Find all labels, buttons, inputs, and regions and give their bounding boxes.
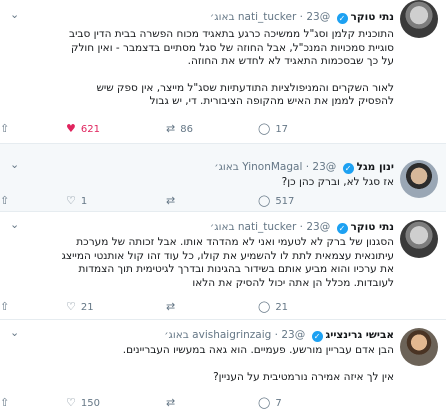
tweet[interactable]: נתי טוקר✓ @nati_tucker · 23 באוג׳ ⌄ הסגנ… [0,212,446,320]
like-count: 150 [80,398,100,409]
heart-icon: ♡ [66,300,76,313]
tweet-text-line: סוגיית סמכויות המנכ"ל, אבל החוזה של סגל … [71,41,394,54]
reply-icon: ◯ [258,396,271,409]
share-button[interactable]: ⇧ [0,194,14,209]
tweet[interactable]: ינון מגל✓ @YinonMagal · 23 באוג׳ ⌄ אז סג… [0,144,446,212]
tweet-thread: נתי טוקר✓ @nati_tucker · 23 באוג׳ ⌄ התוכ… [0,0,446,417]
tweet-text: הסגנון של ברק לא לטעמי ואני לא מהדהד אות… [10,236,394,290]
reply-button[interactable]: ◯ 7 [258,396,282,411]
chevron-down-icon[interactable]: ⌄ [10,158,19,171]
author-name[interactable]: נתי טוקר [351,221,394,233]
tweet-text-line: על כך שבסכמות התאגיד לא לחדש את החוזה. [187,55,394,67]
reply-count: 517 [275,196,295,207]
separator-dot: · [274,329,278,341]
avatar[interactable] [400,220,438,258]
reply-count: 7 [275,398,282,409]
tweet-text-line: אז סגל לא, וברק כהן כן? [281,176,394,188]
verified-badge-icon: ✓ [342,163,354,174]
retweet-button[interactable]: ⇄ [166,396,180,411]
share-icon: ⇧ [0,122,10,135]
reply-button[interactable]: ◯ 17 [258,122,288,137]
verified-badge-icon: ✓ [336,13,348,24]
retweet-icon: ⇄ [166,194,176,207]
reply-icon: ◯ [258,194,271,207]
separator-dot: · [305,161,310,173]
reply-button[interactable]: ◯ 21 [258,300,288,315]
chevron-down-icon[interactable]: ⌄ [10,8,19,21]
like-button[interactable]: ♥ 621 [66,122,100,137]
tweet-text-line: עיתונאית עצמאית לתת לו להשמיע את קולו, כ… [61,249,394,262]
avatar[interactable] [400,0,438,38]
tweet-text-line: את ערכיו והוא מביע אותם בשידור בהגינות ו… [78,263,394,275]
retweet-count: 86 [180,124,193,135]
tweet-text-line: הסגנון של ברק לא לטעמי ואני לא מהדהד אות… [76,236,394,248]
avatar[interactable] [400,160,438,198]
share-icon: ⇧ [0,300,10,313]
share-icon: ⇧ [0,194,10,207]
author-name[interactable]: נתי טוקר [351,11,394,23]
author-name[interactable]: ינון מגל [357,161,394,173]
reply-icon: ◯ [258,300,271,313]
tweet-actions: ⇧ ♡ 21 ⇄ ◯ 21 [0,300,394,314]
chevron-down-icon[interactable]: ⌄ [10,326,19,339]
share-button[interactable]: ⇧ [0,396,14,411]
share-button[interactable]: ⇧ [0,122,14,137]
like-count: 21 [80,302,94,313]
like-button[interactable]: ♡ 21 [66,300,94,315]
like-count: 1 [80,196,88,207]
tweet-header: נתי טוקר✓ @nati_tucker · 23 באוג׳ [210,10,394,24]
chevron-down-icon[interactable]: ⌄ [10,218,19,231]
tweet-header: אבישי גרינצייג✓ @avishaigrinzaig · 23 בא… [164,328,394,342]
tweet[interactable]: אבישי גרינצייג✓ @avishaigrinzaig · 23 בא… [0,320,446,417]
tweet-header: ינון מגל✓ @YinonMagal · 23 באוג׳ [214,160,394,174]
reply-count: 17 [275,124,289,135]
avatar[interactable] [400,328,438,366]
verified-badge-icon: ✓ [311,331,323,342]
tweet-text: אז סגל לא, וברק כהן כן? [10,176,394,190]
like-count: 621 [80,124,100,135]
author-name[interactable]: אבישי גרינצייג [326,329,394,341]
tweet-text-line: הבן אדם עבריין מורשע. פעמיים. הוא גאה במ… [122,344,394,356]
tweet-text: התוכנית קלמן וסג"ל ממשיכה כרגע בתאגיד מכ… [10,28,394,109]
retweet-icon: ⇄ [166,300,176,313]
tweet-actions: ⇧ ♡ 150 ⇄ ◯ 7 [0,396,394,410]
separator-dot: · [299,11,303,23]
tweet[interactable]: נתי טוקר✓ @nati_tucker · 23 באוג׳ ⌄ התוכ… [0,0,446,144]
share-icon: ⇧ [0,396,10,409]
retweet-button[interactable]: ⇄ [166,194,180,209]
tweet-header: נתי טוקר✓ @nati_tucker · 23 באוג׳ [210,220,394,234]
share-button[interactable]: ⇧ [0,300,14,315]
retweet-button[interactable]: ⇄ [166,300,180,315]
reply-button[interactable]: ◯ 517 [258,194,294,209]
tweet-actions: ⇧ ♥ 621 ⇄ 86 ◯ 17 [0,122,394,136]
tweet-actions: ⇧ ♡ 1 ⇄ ◯ 517 [0,194,394,208]
tweet-text-line: להפסיק לממן את האיש מהקופה הציבורית. די,… [149,95,394,107]
heart-filled-icon: ♥ [66,122,76,135]
tweet-text: הבן אדם עבריין מורשע. פעמיים. הוא גאה במ… [10,344,394,384]
retweet-button[interactable]: ⇄ 86 [166,122,193,137]
retweet-icon: ⇄ [166,396,176,409]
verified-badge-icon: ✓ [336,223,348,234]
tweet-text-line: אין לך איזה אמירה נורמטיבית על העניין? [213,370,394,383]
reply-count: 21 [275,302,289,313]
tweet-text-line: התוכנית קלמן וסג"ל ממשיכה כרגע בתאגיד מכ… [69,28,394,40]
retweet-icon: ⇄ [166,122,176,135]
reply-icon: ◯ [258,122,271,135]
like-button[interactable]: ♡ 150 [66,396,100,411]
tweet-text-line: לאור השקרים והמניפולציות התודעתיות שסג"ל… [96,81,394,94]
tweet-text-line: לעובדות. מכלל הן אתה יכול להסיק את הלאו [192,276,394,289]
heart-icon: ♡ [66,194,76,207]
separator-dot: · [299,221,303,233]
like-button[interactable]: ♡ 1 [66,194,87,209]
heart-icon: ♡ [66,396,76,409]
